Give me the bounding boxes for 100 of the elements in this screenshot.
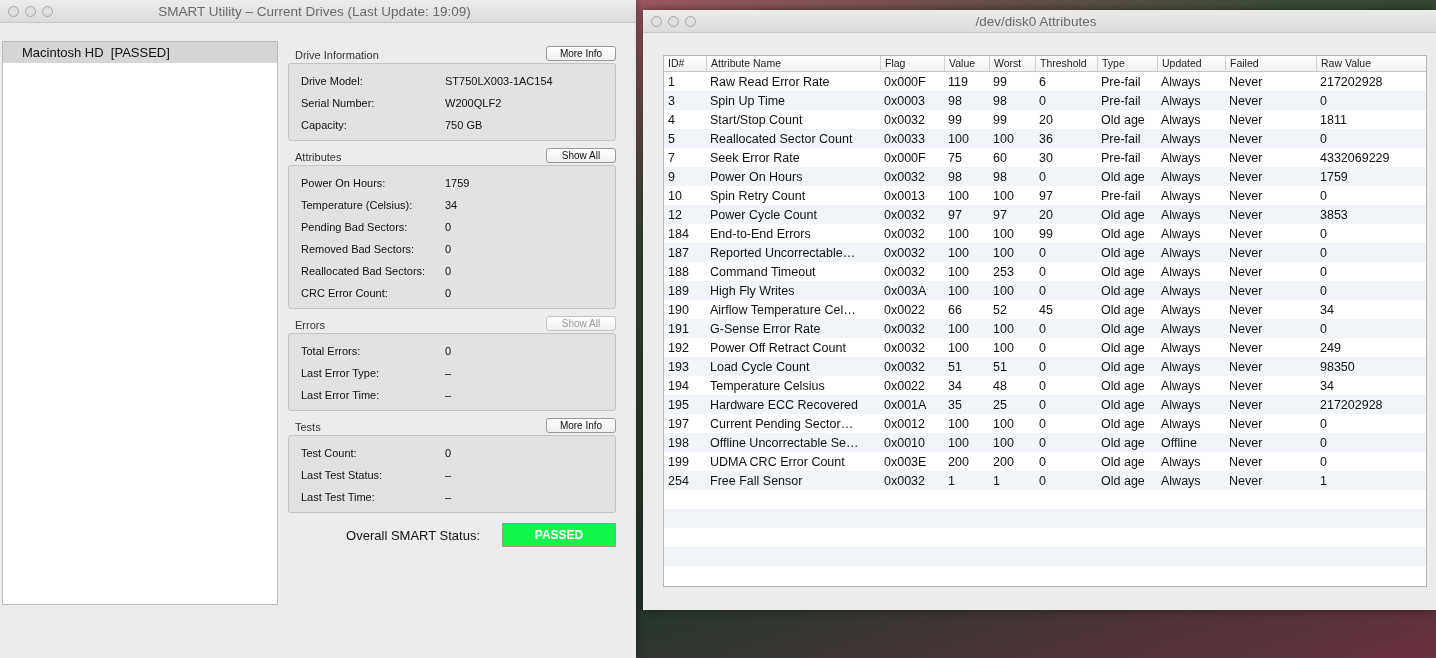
table-cell-text: 217202928 <box>1319 74 1384 89</box>
table-cell-text: Always <box>1160 188 1202 203</box>
table-cell-text: Always <box>1160 169 1202 184</box>
table-cell-text: 99 <box>992 112 1008 127</box>
table-cell-text: G-Sense Error Rate <box>709 321 822 336</box>
table-cell-text: 0x0013 <box>883 188 926 203</box>
table-cell-text: Always <box>1160 283 1202 298</box>
table-cell-text: 0x0032 <box>883 473 926 488</box>
field-label: Test Count: <box>301 447 358 459</box>
table-cell-text: 249 <box>1319 340 1342 355</box>
table-cell-text: 0x0032 <box>883 264 926 279</box>
table-cell-text: Current Pending Sector… <box>709 416 855 431</box>
table-cell-text: 1 <box>667 74 676 89</box>
table-cell-text: 0 <box>1038 454 1047 469</box>
field-label: Reallocated Bad Sectors: <box>301 265 427 277</box>
column-header[interactable]: Worst <box>989 56 1035 71</box>
table-cell-text: 217202928 <box>1319 397 1384 412</box>
table-cell-text: Old age <box>1100 378 1146 393</box>
table-cell-text: Never <box>1228 416 1264 431</box>
table-cell-text: Hardware ECC Recovered <box>709 397 859 412</box>
table-cell-text: 1 <box>947 473 956 488</box>
table-cell-text: 0x0032 <box>883 207 926 222</box>
window-control-icon[interactable] <box>42 5 53 17</box>
table-cell-text: 52 <box>992 302 1008 317</box>
column-header[interactable]: Flag <box>880 56 944 71</box>
table-cell-text: 0 <box>1038 397 1047 412</box>
window-control-icon[interactable] <box>685 15 696 27</box>
column-header[interactable]: ID# <box>664 56 706 71</box>
section-button[interactable]: More Info <box>546 46 616 61</box>
window-control-icon[interactable] <box>651 15 662 27</box>
table-cell-text: Old age <box>1100 359 1146 374</box>
table-cell-text: 0 <box>1319 131 1328 146</box>
table-cell-text: Old age <box>1100 435 1146 450</box>
field-label: Serial Number: <box>301 97 376 109</box>
table-cell-text: 198 <box>667 435 690 450</box>
table-cell-text: 100 <box>992 435 1015 450</box>
drive-item[interactable]: Macintosh HD [PASSED] <box>3 42 277 63</box>
column-header[interactable]: Attribute Name <box>706 56 880 71</box>
table-cell-text: 0x000F <box>883 74 927 89</box>
table-cell-text: 100 <box>992 188 1015 203</box>
column-header[interactable]: Type <box>1097 56 1157 71</box>
table-cell-text: 75 <box>947 150 963 165</box>
table-cell-text: 0x000F <box>883 150 927 165</box>
table-cell-text: 0x0032 <box>883 245 926 260</box>
table-cell-text: 0x0010 <box>883 435 926 450</box>
window-control-icon[interactable] <box>8 5 19 17</box>
column-header[interactable]: Updated <box>1157 56 1225 71</box>
table-cell-text: Never <box>1228 302 1264 317</box>
table-cell-text: 66 <box>947 302 963 317</box>
table-cell-text: 0 <box>1319 283 1328 298</box>
column-header[interactable]: Value <box>944 56 989 71</box>
table-cell-text: 60 <box>992 150 1008 165</box>
table-cell-text: Free Fall Sensor <box>709 473 804 488</box>
section-button[interactable]: Show All <box>546 148 616 163</box>
field-label: CRC Error Count: <box>301 287 389 299</box>
table-cell-text: 100 <box>947 188 970 203</box>
table-cell-text: Old age <box>1100 207 1146 222</box>
table-cell-text: Pre-fail <box>1100 131 1142 146</box>
table-cell-text: 51 <box>992 359 1008 374</box>
field-label: Capacity: <box>301 119 348 131</box>
table-cell-text: 0 <box>1319 454 1328 469</box>
table-cell-text: 100 <box>992 283 1015 298</box>
table-cell-text: Never <box>1228 93 1264 108</box>
table-cell-text: 20 <box>1038 112 1054 127</box>
column-header[interactable]: Threshold <box>1035 56 1097 71</box>
table-cell-text: 100 <box>947 226 970 241</box>
table-cell-text: 199 <box>667 454 690 469</box>
window-control-icon[interactable] <box>25 5 36 17</box>
section-title: Drive Information <box>295 49 379 61</box>
table-cell-text: Always <box>1160 112 1202 127</box>
table-cell-text: Old age <box>1100 416 1146 431</box>
table-cell-text: 0x0032 <box>883 169 926 184</box>
table-cell-text: Never <box>1228 74 1264 89</box>
table-cell-text: 0 <box>1319 188 1328 203</box>
table-cell-text: 189 <box>667 283 690 298</box>
table-cell-text: 0x0032 <box>883 321 926 336</box>
table-cell-text: 254 <box>667 473 690 488</box>
table-cell-text: 0x0033 <box>883 131 926 146</box>
table-cell-text: 0x0022 <box>883 302 926 317</box>
field-label: Last Test Status: <box>301 469 384 481</box>
table-cell-text: Reported Uncorrectable… <box>709 245 857 260</box>
table-cell-text: Always <box>1160 264 1202 279</box>
table-cell-text: Power Off Retract Count <box>709 340 847 355</box>
column-header[interactable]: Failed <box>1225 56 1316 71</box>
section-button[interactable]: More Info <box>546 418 616 433</box>
field-label: Last Error Time: <box>301 389 381 401</box>
table-cell-text: 97 <box>947 207 963 222</box>
table-cell-text: 184 <box>667 226 690 241</box>
table-cell-text: Old age <box>1100 454 1146 469</box>
field-value: – <box>445 469 453 481</box>
table-cell-text: 1 <box>1319 473 1328 488</box>
table-cell-text: 0 <box>1038 245 1047 260</box>
table-cell-text: Raw Read Error Rate <box>709 74 831 89</box>
table-cell-text: 100 <box>947 416 970 431</box>
window-control-icon[interactable] <box>668 15 679 27</box>
table-cell-text: 0x0032 <box>883 340 926 355</box>
table-cell-text: Old age <box>1100 340 1146 355</box>
table-cell-text: 34 <box>1319 302 1335 317</box>
table-cell-text: 0x003A <box>883 283 928 298</box>
column-header[interactable]: Raw Value <box>1316 56 1426 71</box>
